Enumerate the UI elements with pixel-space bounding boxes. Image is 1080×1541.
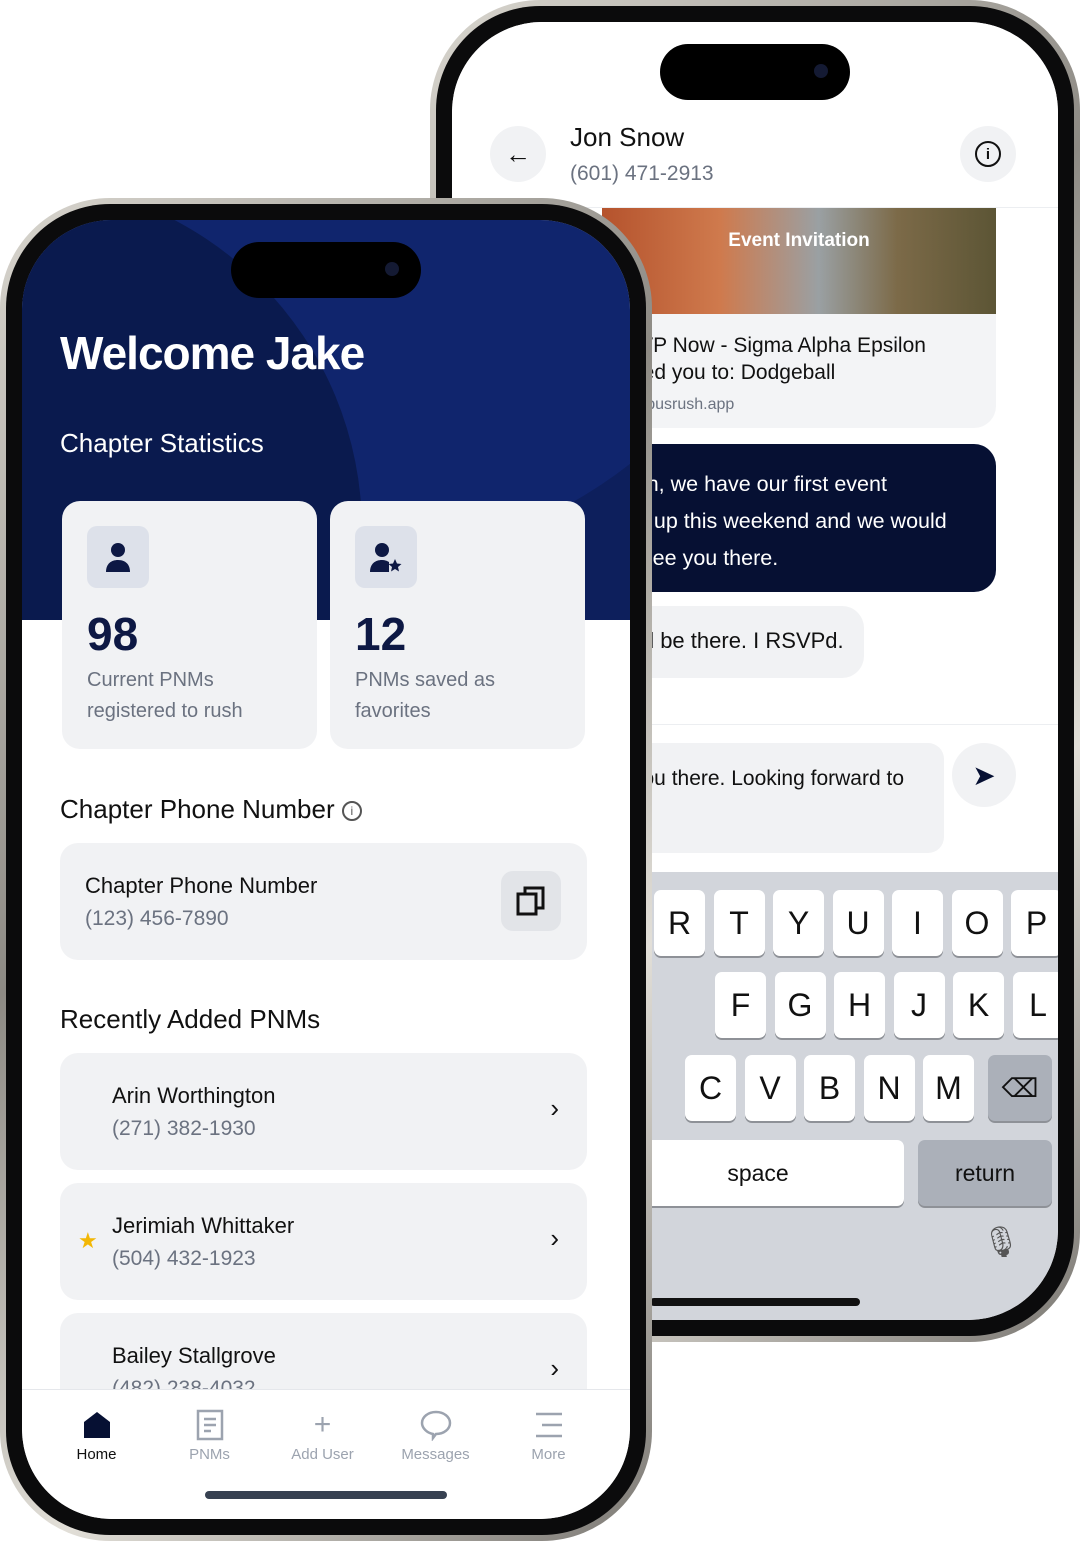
pnm-list-item[interactable]: ★ Jerimiah Whittaker (504) 432-1923 › [60, 1183, 587, 1300]
invite-url: ampusrush.app [624, 396, 735, 413]
message-line: Jon, we have our first event [624, 472, 887, 496]
plus-icon: + [313, 1408, 332, 1441]
key-b[interactable]: B [804, 1055, 855, 1121]
key-g[interactable]: G [774, 972, 826, 1038]
tab-label: Messages [401, 1446, 470, 1463]
info-icon[interactable]: i [341, 801, 362, 821]
star-icon: ★ [78, 1228, 98, 1253]
key-i[interactable]: I [892, 890, 943, 956]
key-r[interactable]: R [654, 890, 705, 956]
copy-icon [516, 886, 545, 916]
pnm-name: Jerimiah Whittaker [112, 1213, 295, 1238]
event-image: Event Invitation [602, 208, 996, 314]
outgoing-message: Jon, we have our first event ng up this … [602, 444, 996, 592]
home-indicator [650, 1298, 860, 1306]
user-star-icon [355, 526, 417, 588]
stat-card-current-pnms[interactable]: 98 Current PNMs registered to rush [62, 501, 317, 749]
key-y[interactable]: Y [773, 890, 824, 956]
statistics-title: Chapter Statistics [60, 428, 264, 458]
tab-label: More [531, 1446, 566, 1463]
event-invitation-card[interactable]: Event Invitation RSVP Now - Sigma Alpha … [602, 208, 996, 428]
chat-bubble-icon [379, 1404, 492, 1446]
key-t[interactable]: T [713, 890, 765, 956]
pnm-name: Bailey Stallgrove [112, 1343, 276, 1368]
tab-messages[interactable]: Messages [379, 1404, 492, 1463]
key-m[interactable]: M [923, 1055, 974, 1121]
invite-title: RSVP Now - Sigma Alpha Epsilon [610, 334, 926, 357]
stat-value: 12 [355, 608, 407, 660]
space-key[interactable]: space [612, 1140, 904, 1206]
send-button[interactable]: ➤ [952, 743, 1016, 807]
microphone-icon[interactable]: 🎙 [982, 1225, 1020, 1260]
phone-card-label: Chapter Phone Number [85, 873, 318, 898]
home-icon [40, 1404, 153, 1446]
key-h[interactable]: H [834, 972, 885, 1038]
tab-add-user[interactable]: + Add User [266, 1404, 379, 1463]
info-icon: i [975, 141, 1001, 167]
tab-label: Add User [291, 1446, 354, 1463]
key-f[interactable]: F [715, 972, 766, 1038]
invite-subtitle: nvited you to: Dodgeball [610, 361, 836, 384]
stat-card-favorites[interactable]: 12 PNMs saved as favorites [330, 501, 585, 749]
phone-section-title: Chapter Phone Number i [60, 794, 362, 825]
recent-pnms-title: Recently Added PNMs [60, 1004, 321, 1034]
message-line: o see you there. [624, 546, 779, 570]
home-screen: Welcome Jake Chapter Statistics 98 Curre… [22, 220, 630, 1519]
chevron-right-icon: › [550, 1223, 559, 1253]
tab-label: PNMs [189, 1446, 230, 1463]
home-phone: Welcome Jake Chapter Statistics 98 Curre… [0, 198, 652, 1541]
tab-more[interactable]: More [492, 1404, 605, 1463]
send-icon: ➤ [972, 759, 996, 791]
key-p[interactable]: P [1011, 890, 1058, 956]
tab-pnms[interactable]: PNMs [153, 1404, 266, 1463]
user-icon [87, 526, 149, 588]
document-icon [153, 1404, 266, 1446]
return-key[interactable]: return [918, 1140, 1052, 1206]
pnm-phone: (504) 432-1923 [112, 1247, 256, 1270]
key-n[interactable]: N [863, 1055, 915, 1121]
message-input[interactable]: you there. Looking forward to [602, 743, 944, 853]
welcome-title: Welcome Jake [60, 327, 365, 379]
pnm-name: Arin Worthington [112, 1083, 276, 1108]
back-button[interactable]: ← [490, 126, 546, 182]
event-image-label: Event Invitation [728, 230, 870, 251]
key-v[interactable]: V [744, 1055, 796, 1121]
backspace-icon: ⌫ [1001, 1072, 1039, 1103]
dynamic-island [231, 242, 421, 298]
tab-label: Home [76, 1446, 117, 1463]
contact-name: Jon Snow [570, 122, 685, 152]
key-j[interactable]: J [893, 972, 945, 1038]
info-button[interactable]: i [960, 126, 1016, 182]
dynamic-island [660, 44, 850, 100]
chevron-right-icon: › [550, 1093, 559, 1123]
tab-bar: Home PNMs + Add User Messages More [22, 1389, 630, 1519]
home-indicator [205, 1491, 447, 1499]
pnm-phone: (271) 382-1930 [112, 1117, 256, 1140]
copy-button[interactable] [501, 871, 561, 931]
pnm-list-item[interactable]: Arin Worthington (271) 382-1930 › [60, 1053, 587, 1170]
backspace-key[interactable]: ⌫ [988, 1055, 1052, 1121]
key-u[interactable]: U [832, 890, 884, 956]
menu-icon [492, 1404, 605, 1446]
chevron-right-icon: › [550, 1353, 559, 1383]
stat-label: PNMs saved as favorites [355, 669, 496, 722]
stat-value: 98 [87, 608, 139, 660]
key-c[interactable]: C [685, 1055, 736, 1121]
key-o[interactable]: O [951, 890, 1003, 956]
phone-card-value: (123) 456-7890 [85, 907, 229, 930]
contact-phone: (601) 471-2913 [570, 162, 714, 185]
chapter-phone-card: Chapter Phone Number (123) 456-7890 [60, 843, 587, 960]
stat-label: Current PNMs registered to rush [87, 669, 243, 722]
key-l[interactable]: L [1012, 972, 1058, 1038]
arrow-left-icon: ← [505, 138, 531, 169]
key-k[interactable]: K [953, 972, 1004, 1038]
message-line: ng up this weekend and we would [624, 509, 947, 533]
tab-home[interactable]: Home [40, 1404, 153, 1463]
